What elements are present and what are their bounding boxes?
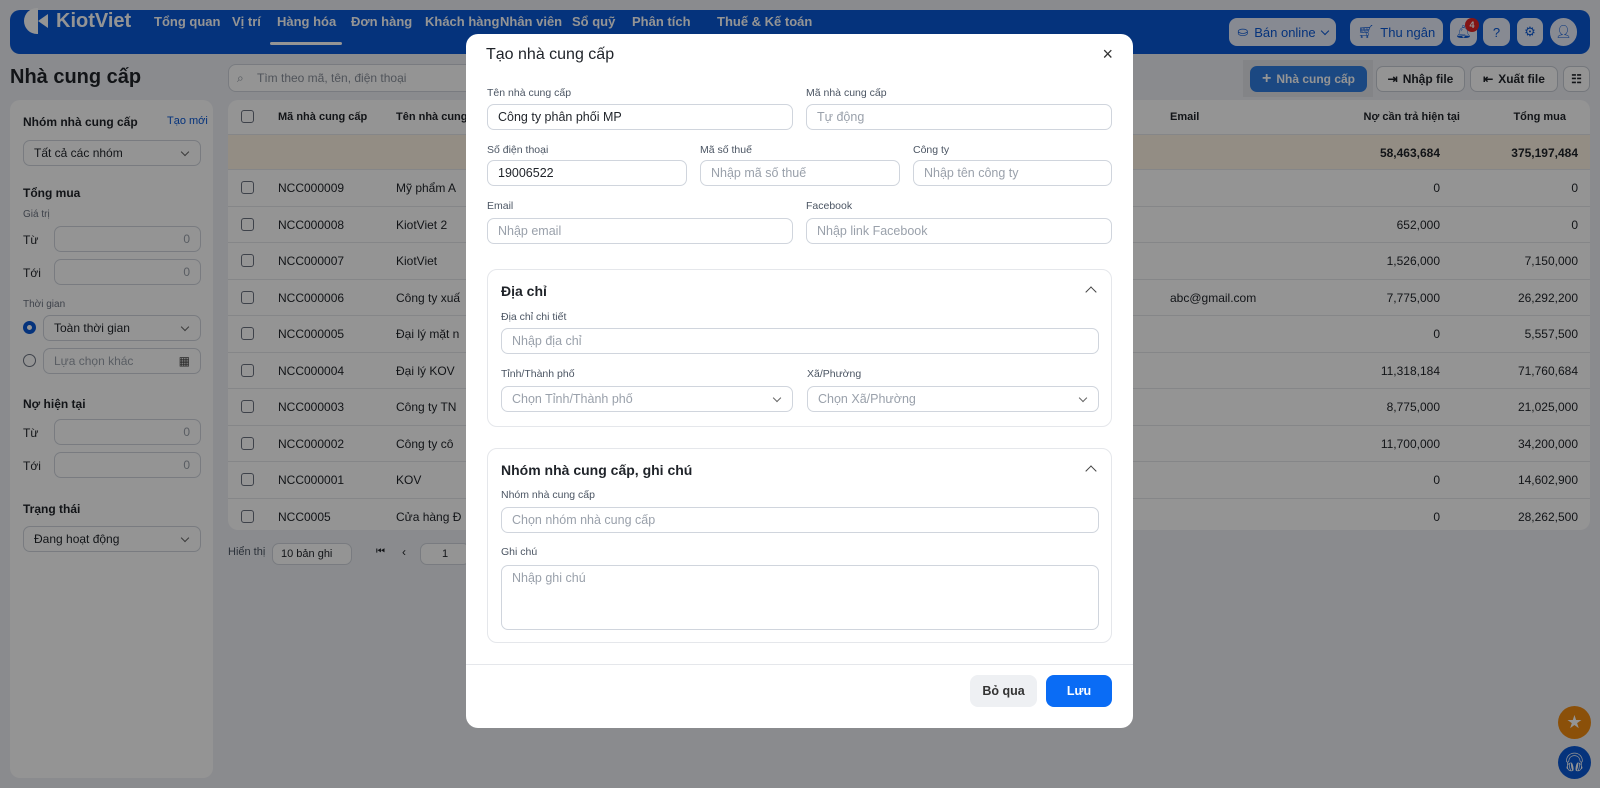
supplier-code-input[interactable]: Tự động: [806, 104, 1112, 130]
address-title: Địa chỉ: [501, 283, 547, 299]
modal-title: Tạo nhà cung cấp: [486, 46, 615, 63]
email-input[interactable]: Nhập email: [487, 218, 793, 244]
chevron-down-icon: [772, 393, 782, 403]
code-label: Mã nhà cung cấp: [806, 87, 887, 99]
group-note-title: Nhóm nhà cung cấp, ghi chú: [501, 462, 693, 478]
city-placeholder: Chọn Tỉnh/Thành phố: [512, 392, 633, 406]
save-button[interactable]: Lưu: [1046, 675, 1112, 707]
address-section: Địa chỉ Địa chỉ chi tiết Nhập địa chỉ Tỉ…: [487, 269, 1112, 427]
ward-placeholder: Chọn Xã/Phường: [818, 392, 916, 406]
facebook-input[interactable]: Nhập link Facebook: [806, 218, 1112, 244]
close-icon[interactable]: ×: [1102, 44, 1113, 65]
facebook-label: Facebook: [806, 200, 853, 212]
company-input[interactable]: Nhập tên công ty: [913, 160, 1112, 186]
ward-label: Xã/Phường: [807, 368, 862, 380]
supplier-group-select[interactable]: Chọn nhóm nhà cung cấp: [501, 507, 1099, 533]
chevron-up-icon[interactable]: [1085, 465, 1097, 477]
group-note-section: Nhóm nhà cung cấp, ghi chú Nhóm nhà cung…: [487, 448, 1112, 643]
email-label: Email: [487, 200, 514, 212]
name-label: Tên nhà cung cấp: [487, 87, 572, 99]
city-label: Tỉnh/Thành phố: [501, 368, 575, 380]
ward-select[interactable]: Chọn Xã/Phường: [807, 386, 1099, 412]
chevron-up-icon[interactable]: [1085, 286, 1097, 298]
create-supplier-modal: Tạo nhà cung cấp × Tên nhà cung cấp Công…: [466, 34, 1133, 728]
tax-label: Mã số thuế: [700, 144, 752, 156]
footer-divider: [466, 664, 1133, 665]
chevron-down-icon: [1078, 393, 1088, 403]
phone-input[interactable]: 19006522: [487, 160, 687, 186]
note-textarea[interactable]: Nhập ghi chú: [501, 565, 1099, 630]
address-detail-input[interactable]: Nhập địa chỉ: [501, 328, 1099, 354]
note-label: Ghi chú: [501, 546, 538, 558]
company-label: Công ty: [913, 144, 950, 156]
tax-code-input[interactable]: Nhập mã số thuế: [700, 160, 900, 186]
address-detail-label: Địa chỉ chi tiết: [501, 311, 567, 323]
city-select[interactable]: Chọn Tỉnh/Thành phố: [501, 386, 793, 412]
phone-label: Số điện thoại: [487, 144, 549, 156]
group-label: Nhóm nhà cung cấp: [501, 489, 595, 501]
supplier-name-input[interactable]: Công ty phân phối MP: [487, 104, 793, 130]
cancel-button[interactable]: Bỏ qua: [970, 675, 1037, 707]
